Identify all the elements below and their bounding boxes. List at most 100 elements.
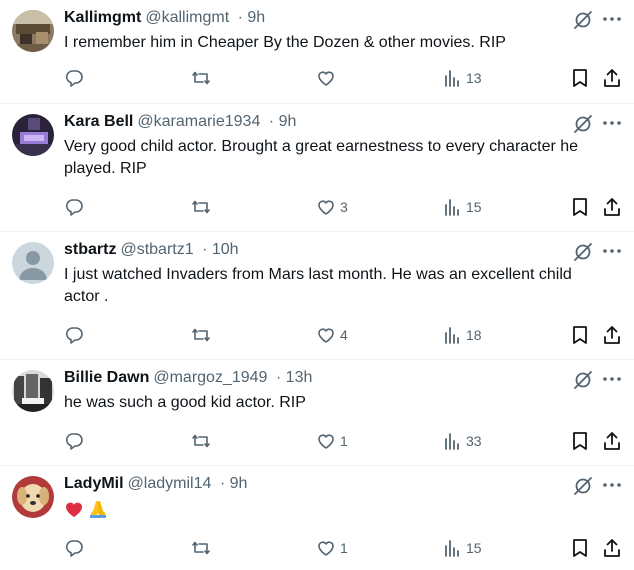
display-name[interactable]: Kara Bell: [64, 113, 133, 130]
user-handle[interactable]: @margoz_1949: [153, 369, 267, 386]
reply-icon: [65, 327, 83, 344]
tweet[interactable]: Kallimgmt @kallimgmt · 9h I remember him …: [0, 0, 634, 104]
like-icon: [318, 200, 334, 215]
user-handle[interactable]: @kallimgmt: [145, 9, 229, 26]
user-handle[interactable]: @ladymil14: [128, 475, 212, 492]
retweet-icon: [192, 200, 210, 214]
action-bar: 1 33: [0, 429, 634, 453]
display-name[interactable]: stbartz: [64, 241, 116, 258]
user-handle[interactable]: @karamarie1934: [137, 113, 260, 130]
tweet-header: Billie Dawn @margoz_1949 · 13h: [64, 368, 312, 388]
tweet[interactable]: LadyMil @ladymil14 · 9h 1 15: [0, 466, 634, 570]
like-button[interactable]: 1: [316, 429, 348, 453]
user-handle[interactable]: @stbartz1: [120, 241, 193, 258]
views-count: 18: [466, 327, 482, 343]
grok-icon[interactable]: [572, 113, 594, 135]
timestamp[interactable]: · 9h: [269, 113, 297, 130]
timestamp[interactable]: · 9h: [238, 9, 266, 26]
timestamp[interactable]: · 9h: [220, 475, 248, 492]
share-icon: [604, 432, 620, 450]
more-icon[interactable]: [600, 240, 624, 262]
reply-icon: [65, 540, 83, 557]
bookmark-button[interactable]: [571, 536, 589, 560]
reply-button[interactable]: [64, 66, 84, 90]
retweet-button[interactable]: [190, 536, 212, 560]
bookmark-icon: [573, 432, 587, 450]
bookmark-button[interactable]: [571, 195, 589, 219]
share-button[interactable]: [602, 195, 622, 219]
share-button[interactable]: [602, 536, 622, 560]
timestamp[interactable]: · 10h: [202, 241, 238, 258]
more-icon[interactable]: [600, 8, 624, 30]
retweet-button[interactable]: [190, 429, 212, 453]
views-button[interactable]: 33: [444, 429, 482, 453]
like-count: 1: [340, 540, 348, 556]
like-icon: [318, 434, 334, 449]
more-icon[interactable]: [600, 368, 624, 390]
reply-button[interactable]: [64, 195, 84, 219]
views-button[interactable]: 18: [444, 323, 482, 347]
views-count: 15: [466, 199, 482, 215]
timestamp[interactable]: · 13h: [276, 369, 312, 386]
action-bar: 1 15: [0, 536, 634, 560]
reply-icon: [65, 70, 83, 87]
views-icon: [445, 70, 459, 87]
views-count: 15: [466, 540, 482, 556]
views-button[interactable]: 13: [444, 66, 482, 90]
more-icon[interactable]: [600, 112, 624, 134]
tweet[interactable]: Kara Bell @karamarie1934 · 9h Very good c…: [0, 104, 634, 232]
bookmark-icon: [573, 326, 587, 344]
like-icon: [318, 328, 334, 343]
tweet-header: Kallimgmt @kallimgmt · 9h: [64, 8, 265, 28]
share-button[interactable]: [602, 66, 622, 90]
action-bar: 3 15: [0, 195, 634, 219]
views-icon: [445, 433, 459, 450]
avatar[interactable]: [12, 370, 54, 412]
more-icon[interactable]: [600, 474, 624, 496]
share-icon: [604, 326, 620, 344]
reply-button[interactable]: [64, 429, 84, 453]
like-button[interactable]: 4: [316, 323, 348, 347]
action-bar: 4 18: [0, 323, 634, 347]
grok-icon[interactable]: [572, 9, 594, 31]
display-name[interactable]: LadyMil: [64, 475, 124, 492]
bookmark-icon: [573, 539, 587, 557]
reply-button[interactable]: [64, 536, 84, 560]
avatar[interactable]: [12, 114, 54, 156]
retweet-icon: [192, 434, 210, 448]
retweet-button[interactable]: [190, 195, 212, 219]
retweet-button[interactable]: [190, 323, 212, 347]
avatar[interactable]: [12, 242, 54, 284]
views-icon: [445, 327, 459, 344]
like-count: 1: [340, 433, 348, 449]
like-button[interactable]: 1: [316, 536, 348, 560]
share-button[interactable]: [602, 429, 622, 453]
grok-icon[interactable]: [572, 369, 594, 391]
views-button[interactable]: 15: [444, 536, 482, 560]
views-button[interactable]: 15: [444, 195, 482, 219]
bookmark-button[interactable]: [571, 66, 589, 90]
share-button[interactable]: [602, 323, 622, 347]
reply-button[interactable]: [64, 323, 84, 347]
avatar[interactable]: [12, 10, 54, 52]
tweet[interactable]: Billie Dawn @margoz_1949 · 13h he was suc…: [0, 360, 634, 466]
tweet-text: I remember him in Cheaper By the Dozen &…: [64, 34, 506, 51]
display-name[interactable]: Kallimgmt: [64, 9, 141, 26]
avatar[interactable]: [12, 476, 54, 518]
share-icon: [604, 198, 620, 216]
display-name[interactable]: Billie Dawn: [64, 369, 149, 386]
tweet-header: Kara Bell @karamarie1934 · 9h: [64, 112, 296, 132]
tweet-text: [64, 498, 604, 520]
retweet-button[interactable]: [190, 66, 212, 90]
like-icon: [318, 541, 334, 556]
bookmark-icon: [573, 69, 587, 87]
grok-icon[interactable]: [572, 475, 594, 497]
grok-icon[interactable]: [572, 241, 594, 263]
like-button[interactable]: 3: [316, 195, 348, 219]
bookmark-button[interactable]: [571, 323, 589, 347]
reply-icon: [65, 433, 83, 450]
folded-hands-icon: [90, 500, 107, 518]
bookmark-button[interactable]: [571, 429, 589, 453]
like-button[interactable]: [316, 66, 340, 90]
tweet[interactable]: stbartz @stbartz1 · 10h I just watched In…: [0, 232, 634, 360]
